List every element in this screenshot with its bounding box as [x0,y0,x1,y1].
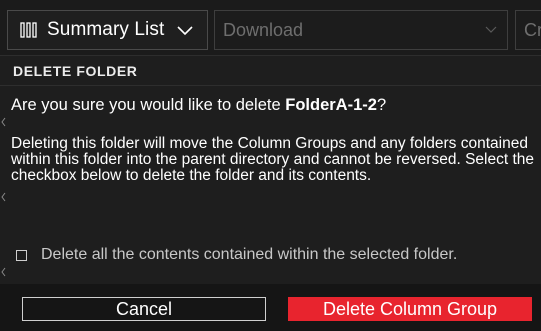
chevron-down-icon [485,26,497,33]
view-select-label: Summary List [47,19,165,40]
dialog-question: Are you sure you would like to delete Fo… [11,96,386,115]
next-select-label: Cr [524,19,541,40]
columns-icon [20,22,37,38]
toolbar: Summary List Download Cr [0,0,541,56]
download-select-placeholder: Download [223,19,304,40]
download-select[interactable]: Download [214,10,508,50]
delete-contents-option[interactable]: Delete all the contents contained within… [16,246,457,264]
question-suffix: ? [376,96,387,114]
next-select[interactable]: Cr [515,10,541,50]
view-select[interactable]: Summary List [7,10,208,50]
delete-column-group-button[interactable]: Delete Column Group [288,297,532,321]
delete-folder-dialog: DELETE FOLDER Are you sure you would lik… [0,56,541,331]
question-prefix: Are you sure you would like to delete [11,96,286,114]
dialog-footer: Cancel Delete Column Group [0,284,541,331]
delete-contents-label[interactable]: Delete all the contents contained within… [41,246,457,264]
resize-handle-icon [1,117,6,277]
delete-contents-checkbox[interactable] [16,249,27,261]
chevron-down-icon [177,26,193,36]
cancel-button[interactable]: Cancel [22,297,266,321]
dialog-title: DELETE FOLDER [13,63,138,79]
dialog-description: Deleting this folder will move the Colum… [11,135,534,184]
dialog-divider [0,85,541,86]
folder-name: FolderA-1-2 [285,96,377,114]
